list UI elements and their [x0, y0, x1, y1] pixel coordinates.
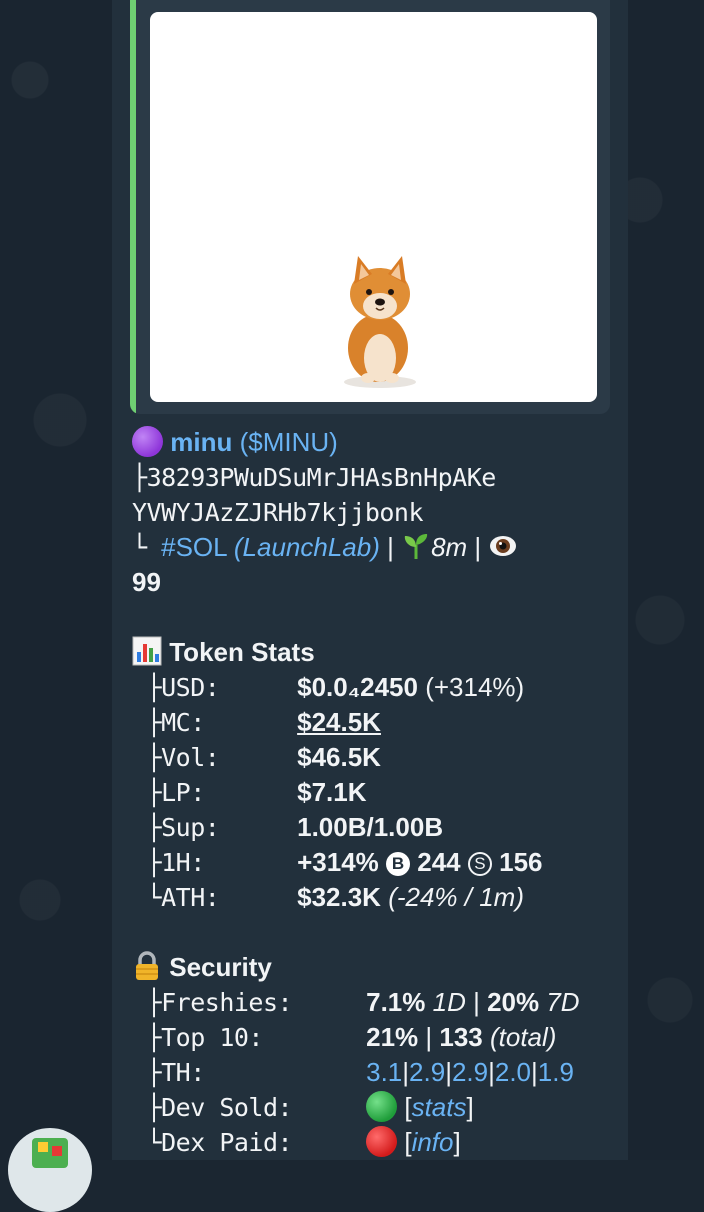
security-row-dev-sold: ├Dev Sold: [stats] [132, 1090, 612, 1125]
stat-value-ath: $32.3K [297, 882, 381, 912]
freshies-7d-value: 20% [487, 987, 540, 1017]
top10-total-tag: (total) [489, 1022, 557, 1052]
token-stats-header: Token Stats [132, 635, 612, 670]
token-header: minu ($MINU) [132, 425, 612, 460]
token-stats-title: Token Stats [169, 637, 315, 667]
security-label-top10: Top 10: [161, 1023, 263, 1052]
view-count: 99 [132, 567, 161, 597]
preview-image[interactable] [150, 12, 597, 402]
contract-address-part2[interactable]: YVWYJAzZJRHb7kjjbonk [132, 495, 612, 530]
stat-value-mc-link[interactable]: $24.5K [297, 707, 381, 737]
security-row-dex-paid: └Dex Paid: [info] [132, 1125, 612, 1160]
stat-row-lp: ├LP: $7.1K [132, 775, 612, 810]
security-header: Security [132, 950, 612, 985]
stat-value-usd: $0.0₄2450 [297, 672, 418, 702]
top10-pct: 21% [366, 1022, 419, 1052]
bar-chart-icon [132, 636, 162, 666]
stat-value-lp: $7.1K [297, 777, 367, 807]
stat-label-mc: MC: [161, 708, 205, 737]
shiba-dog-image [344, 256, 416, 388]
lock-icon [136, 951, 158, 980]
purple-circle-icon [132, 426, 163, 457]
dev-stats-link[interactable]: stats [412, 1092, 467, 1122]
stat-sells-1h: 156 [499, 847, 543, 877]
security-row-th: ├TH: 3.1|2.9|2.9|2.0|1.9 [132, 1055, 612, 1090]
chain-hashtag[interactable]: #SOL [161, 532, 227, 562]
stat-row-vol: ├Vol: $46.5K [132, 740, 612, 775]
eye-icon [490, 536, 517, 556]
security-row-freshies: ├Freshies: 7.1% 1D | 20% 7D [132, 985, 612, 1020]
preview-accent-bar [130, 0, 136, 414]
freshies-1d-tag: 1D [432, 987, 466, 1017]
th-holder-link[interactable]: 2.0 [495, 1057, 531, 1087]
stat-buys-1h: 244 [417, 847, 461, 877]
stat-row-usd: ├USD: $0.0₄2450 (+314%) [132, 670, 612, 705]
stat-row-ath: └ATH: $32.3K (-24% / 1m) [132, 880, 612, 915]
th-holder-link[interactable]: 2.9 [452, 1057, 488, 1087]
token-ticker[interactable]: ($MINU) [240, 427, 338, 457]
stat-label-ath: ATH: [161, 883, 220, 912]
stat-row-1h: ├1H: +314% B 244 S 156 [132, 845, 612, 880]
security-label-dex-paid: Dex Paid: [161, 1128, 293, 1157]
stat-label-sup: Sup: [161, 813, 220, 842]
stat-label-usd: USD: [161, 673, 220, 702]
bot-avatar[interactable] [8, 1128, 92, 1212]
stat-value-1h: +314% [297, 847, 379, 877]
security-label-th: TH: [161, 1058, 205, 1087]
token-name-link[interactable]: minu [170, 427, 232, 457]
stat-value-sup: 1.00B/1.00B [297, 812, 444, 842]
s-circle-icon: S [467, 852, 492, 876]
stat-extra-ath: (-24% / 1m) [388, 882, 524, 912]
th-holder-link[interactable]: 2.9 [409, 1057, 445, 1087]
freshies-7d-tag: 7D [546, 987, 580, 1017]
link-preview[interactable] [130, 0, 610, 414]
freshies-1d-value: 7.1% [366, 987, 426, 1017]
dex-info-link[interactable]: info [412, 1127, 454, 1157]
message-text: minu ($MINU) ├38293PWuDSuMrJHAsBnHpAKe Y… [132, 425, 612, 1160]
seedling-icon [404, 534, 428, 559]
security-row-top10: ├Top 10: 21% | 133 (total) [132, 1020, 612, 1055]
green-circle-icon [366, 1091, 398, 1122]
contract-address-line1[interactable]: ├38293PWuDSuMrJHAsBnHpAKe [132, 460, 612, 495]
token-age: 8m [431, 532, 468, 562]
contract-address-part1[interactable]: 38293PWuDSuMrJHAsBnHpAKe [147, 463, 497, 492]
security-label-dev-sold: Dev Sold: [161, 1093, 293, 1122]
stat-extra-usd: (+314%) [425, 672, 525, 702]
stat-row-mc: ├MC: $24.5K [132, 705, 612, 740]
top10-total: 133 [439, 1022, 483, 1052]
th-holder-link[interactable]: 1.9 [538, 1057, 574, 1087]
th-holder-link[interactable]: 3.1 [366, 1057, 402, 1087]
stat-label-1h: 1H: [161, 848, 205, 877]
red-circle-icon [366, 1126, 398, 1157]
stat-label-lp: LP: [161, 778, 205, 807]
security-label-freshies: Freshies: [161, 988, 293, 1017]
stat-label-vol: Vol: [161, 743, 220, 772]
stat-row-sup: ├Sup: 1.00B/1.00B [132, 810, 612, 845]
avatar-image [32, 1138, 68, 1168]
platform-link[interactable]: (LaunchLab) [234, 532, 380, 562]
stat-value-vol: $46.5K [297, 742, 381, 772]
b-circle-icon: B [386, 852, 411, 876]
token-meta-line: └ #SOL (LaunchLab) | 8m | [132, 530, 612, 565]
security-title: Security [169, 952, 272, 982]
